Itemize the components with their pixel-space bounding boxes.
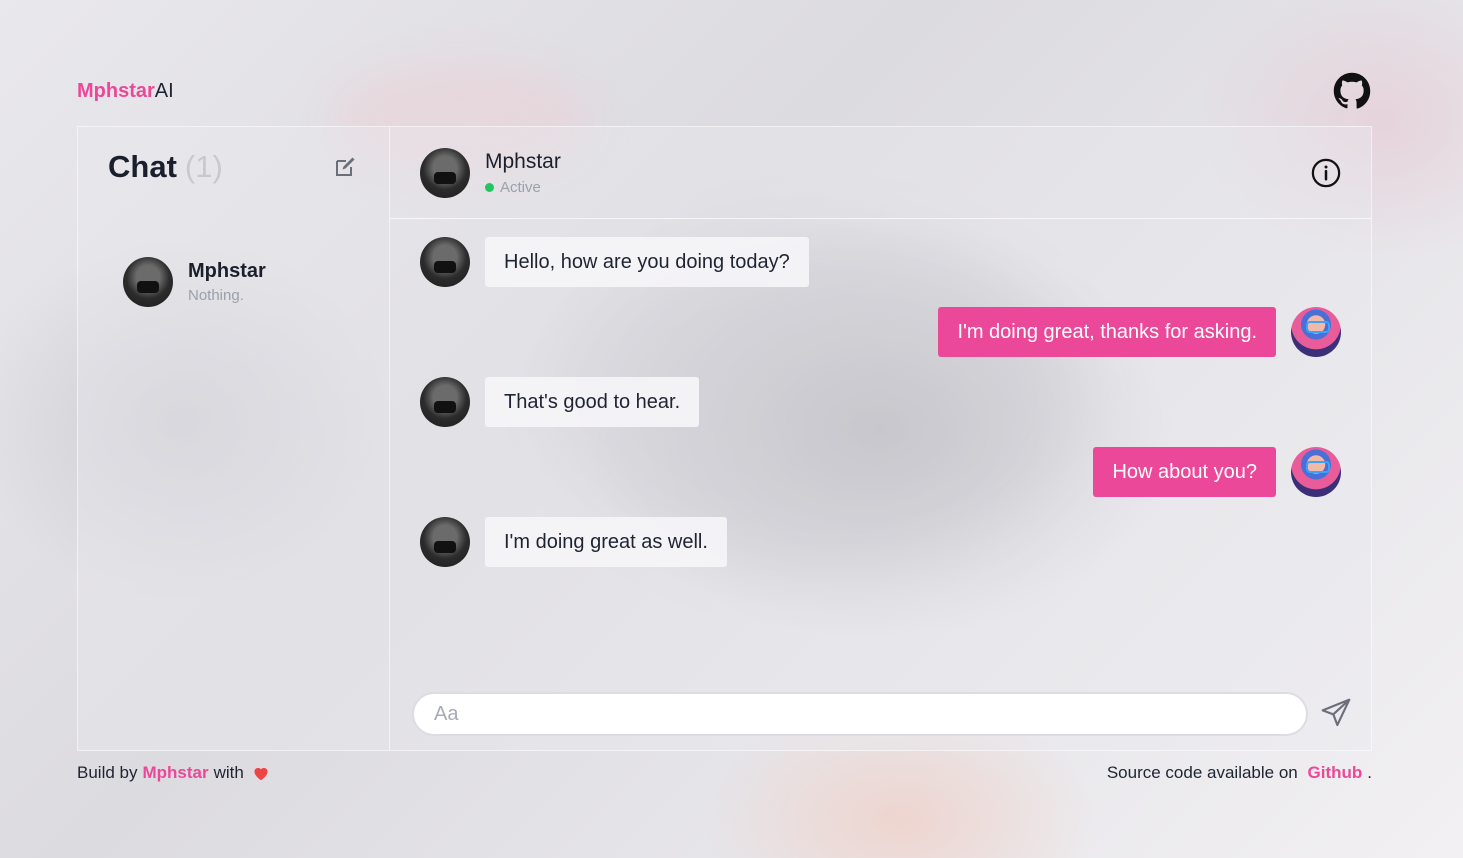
message-incoming: Hello, how are you doing today?: [420, 237, 809, 287]
send-icon[interactable]: [1320, 697, 1352, 729]
sidebar-title-label: Chat: [108, 149, 177, 184]
sidebar-title: Chat (1): [108, 149, 223, 185]
brand-primary: Mphstar: [77, 80, 155, 102]
footer-right-prefix: Source code available on: [1106, 763, 1298, 782]
message-bubble: I'm doing great as well.: [485, 517, 727, 567]
chat-main: Mphstar Active Hello, how are you doing …: [390, 127, 1371, 750]
user-avatar: [1291, 447, 1341, 497]
contact-avatar: [420, 237, 470, 287]
footer-left-suffix: with: [213, 763, 244, 782]
chat-header: Mphstar Active: [390, 127, 1371, 219]
status-dot: [485, 183, 494, 192]
message-bubble: That's good to hear.: [485, 377, 700, 427]
message-input[interactable]: [414, 694, 1306, 734]
github-link[interactable]: Github: [1308, 763, 1363, 782]
message-bubble: Hello, how are you doing today?: [485, 237, 809, 287]
footer-right-suffix: .: [1367, 763, 1372, 782]
compose-icon[interactable]: [333, 155, 357, 179]
message-outgoing: How about you?: [1093, 447, 1341, 497]
github-icon[interactable]: [1333, 72, 1371, 110]
heart-icon: [254, 767, 268, 781]
status-label: Active: [500, 179, 541, 196]
message-incoming: That's good to hear.: [420, 377, 700, 427]
chat-panel: Chat(1) Mphstar Nothing. Mphstar Active: [77, 126, 1372, 751]
footer-credit: Build by Mphstar with: [77, 763, 270, 783]
footer-left-prefix: Build by: [77, 763, 138, 782]
contact-avatar: [420, 517, 470, 567]
author-link[interactable]: Mphstar: [142, 763, 208, 783]
conversation-preview: Nothing.: [188, 287, 244, 304]
message-input-wrapper: [412, 692, 1308, 736]
contact-status: Active: [485, 179, 541, 196]
conversation-avatar: [123, 257, 173, 307]
brand-secondary: AI: [154, 80, 174, 102]
message-incoming: I'm doing great as well.: [420, 517, 727, 567]
contact-avatar: [420, 148, 470, 198]
brand-logo[interactable]: MphstarAI: [77, 80, 174, 103]
conversation-item[interactable]: Mphstar Nothing.: [123, 257, 266, 307]
conversation-count: (1): [184, 149, 223, 184]
footer-source: Source code available on Github.: [1107, 763, 1372, 783]
info-icon[interactable]: [1311, 158, 1341, 188]
contact-avatar: [420, 377, 470, 427]
message-bubble: How about you?: [1093, 447, 1276, 497]
message-outgoing: I'm doing great, thanks for asking.: [938, 307, 1341, 357]
message-bubble: I'm doing great, thanks for asking.: [938, 307, 1276, 357]
contact-name: Mphstar: [485, 150, 561, 173]
user-avatar: [1291, 307, 1341, 357]
sidebar: Chat (1) Mphstar Nothing.: [78, 127, 390, 750]
conversation-name: Mphstar: [188, 260, 266, 282]
